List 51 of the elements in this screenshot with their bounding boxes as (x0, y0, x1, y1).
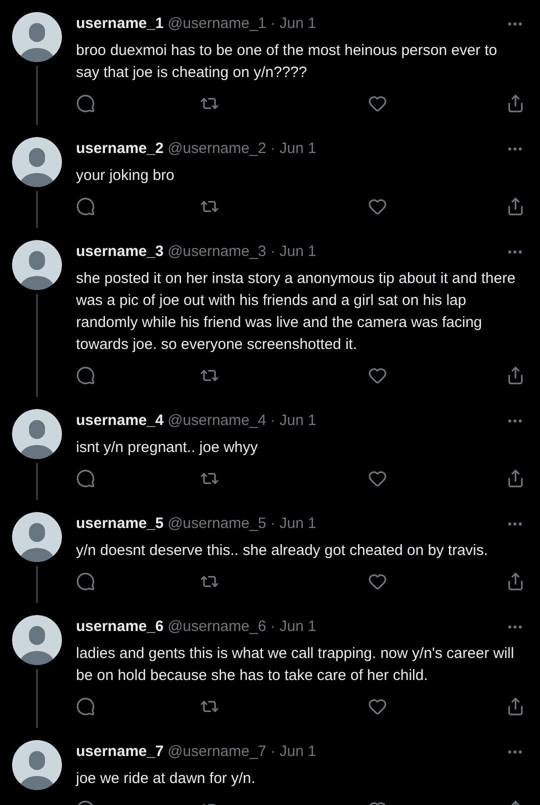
share-icon[interactable] (506, 94, 525, 113)
avatar[interactable] (12, 615, 62, 665)
display-name[interactable]: username_4 (76, 411, 164, 431)
share-icon[interactable] (506, 197, 525, 216)
like-icon[interactable] (368, 697, 387, 716)
handle-and-date: @username_5 · Jun 1 (168, 514, 318, 534)
thread-line (36, 191, 38, 228)
display-name[interactable]: username_3 (76, 242, 164, 262)
reply-icon[interactable] (76, 572, 95, 591)
reply-icon[interactable] (76, 469, 95, 488)
handle-and-date: @username_6 · Jun 1 (168, 617, 318, 637)
avatar[interactable] (12, 137, 62, 187)
like-icon[interactable] (368, 366, 387, 385)
tweet-text: y/n doesnt deserve this.. she already got cheated on by travis. (76, 541, 489, 561)
avatar[interactable] (12, 12, 62, 62)
reply-icon[interactable] (76, 197, 95, 216)
tweet-text: isnt y/n pregnant.. joe whyy (76, 438, 259, 458)
tweet-text: your joking bro (76, 166, 176, 186)
like-icon[interactable] (368, 572, 387, 591)
thread-line (36, 669, 38, 728)
handle-and-date: @username_1 · Jun 1 (168, 14, 318, 34)
handle-and-date: @username_7 · Jun 1 (168, 742, 318, 762)
reply-icon[interactable] (76, 366, 95, 385)
thread-line (36, 66, 38, 125)
reply-icon[interactable] (76, 697, 95, 716)
like-icon[interactable] (368, 197, 387, 216)
handle-and-date: @username_3 · Jun 1 (168, 242, 318, 262)
display-name[interactable]: username_1 (76, 14, 164, 34)
handle-and-date: @username_4 · Jun 1 (168, 411, 318, 431)
share-icon[interactable] (506, 697, 525, 716)
tweet-text: broo duexmoi has to be one of the most heinous person ever to say that joe is cheating on y/n???? (76, 41, 498, 83)
share-icon[interactable] (506, 469, 525, 488)
display-name[interactable]: username_2 (76, 139, 164, 159)
tweet-text: joe we ride at dawn for y/n. (76, 769, 256, 789)
avatar[interactable] (12, 740, 62, 790)
like-icon[interactable] (368, 469, 387, 488)
avatar[interactable] (12, 512, 62, 562)
like-icon[interactable] (368, 94, 387, 113)
tweet-text: she posted it on her insta story a anonymous tip about it and there was a pic of joe out with his friends and a girl sat on his lap randomly while his friend was live and the camera was facing towards joe. so everyone screenshotted it. (76, 269, 516, 355)
display-name[interactable]: username_5 (76, 514, 164, 534)
handle-and-date: @username_2 · Jun 1 (168, 139, 318, 159)
avatar[interactable] (12, 240, 62, 290)
thread-line (36, 463, 38, 500)
reply-icon[interactable] (76, 94, 95, 113)
avatar[interactable] (12, 409, 62, 459)
share-icon[interactable] (506, 366, 525, 385)
share-icon[interactable] (506, 572, 525, 591)
thread-line (36, 566, 38, 603)
tweet-text: ladies and gents this is what we call trapping. now y/n's career will be on hold because she has to take care of her child. (76, 644, 516, 686)
display-name[interactable]: username_6 (76, 617, 164, 637)
display-name[interactable]: username_7 (76, 742, 164, 762)
